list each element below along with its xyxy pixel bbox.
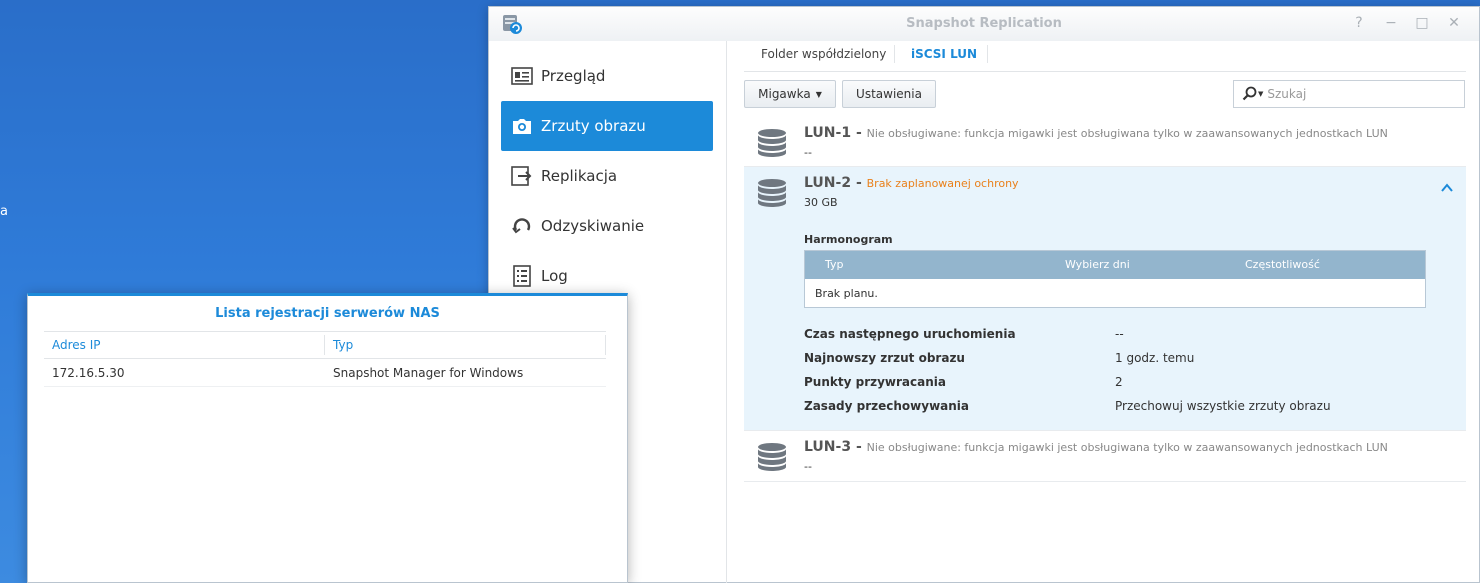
lun-separator: - (855, 175, 862, 191)
column-header[interactable]: Częstotliwość (1245, 258, 1320, 271)
overview-icon (511, 67, 533, 85)
lun-name: LUN-1 - Nie obsługiwane: funkcja migawki… (804, 125, 1388, 141)
prop-value: 1 godz. temu (1115, 351, 1195, 365)
sidebar-item-recovery[interactable]: Odzyskiwanie (501, 201, 713, 251)
lun-separator: - (855, 439, 862, 455)
help-icon[interactable]: ? (1351, 15, 1367, 31)
row-type: Snapshot Manager for Windows (333, 366, 524, 380)
schedule-table: Typ Wybierz dni Częstotliwość Brak planu… (804, 250, 1426, 308)
settings-button[interactable]: Ustawienia (842, 80, 936, 108)
database-icon (758, 129, 786, 157)
lun-size: -- (804, 460, 812, 473)
search-input[interactable]: ▼ Szukaj (1233, 80, 1465, 108)
snapshot-button-label: Migawka (758, 87, 811, 101)
prop-label: Czas następnego uruchomienia (804, 327, 1016, 341)
tab-separator (987, 45, 988, 63)
lun-status: Nie obsługiwane: funkcja migawki jest ob… (866, 441, 1388, 454)
table-row[interactable]: 172.16.5.30 Snapshot Manager for Windows (44, 359, 606, 387)
lun-status: Nie obsługiwane: funkcja migawki jest ob… (866, 127, 1388, 140)
search-placeholder: Szukaj (1267, 87, 1307, 101)
lun-row-expanded[interactable]: LUN-2 - Brak zaplanowanej ochrony 30 GB … (744, 167, 1466, 431)
prop-value: 2 (1115, 375, 1123, 389)
database-icon (758, 179, 786, 207)
tab-shared-folder[interactable]: Folder współdzielony (761, 41, 886, 72)
tab-separator (894, 45, 895, 63)
replication-icon (511, 166, 532, 186)
schedule-table-header: Typ Wybierz dni Częstotliwość (805, 251, 1425, 279)
sidebar-item-label: Zrzuty obrazu (541, 117, 646, 135)
sidebar-item-replication[interactable]: Replikacja (501, 151, 713, 201)
lun-row[interactable]: LUN-3 - Nie obsługiwane: funkcja migawki… (744, 431, 1466, 482)
prop-value: -- (1115, 327, 1124, 341)
column-header[interactable]: Wybierz dni (1065, 258, 1130, 271)
prop-value: Przechowuj wszystkie zrzuty obrazu (1115, 399, 1331, 413)
schedule-empty-text: Brak planu. (815, 287, 878, 300)
title-bar[interactable]: Snapshot Replication ? − □ ✕ (489, 7, 1479, 41)
search-icon (1242, 86, 1257, 101)
lun-size: 30 GB (804, 196, 838, 209)
lun-separator: - (855, 125, 862, 141)
column-header-type[interactable]: Typ (333, 338, 353, 352)
maximize-icon[interactable]: □ (1414, 15, 1430, 31)
prop-label: Zasady przechowywania (804, 399, 970, 413)
row-ip: 172.16.5.30 (52, 366, 125, 380)
sidebar-item-label: Log (541, 267, 568, 285)
column-header-ip[interactable]: Adres IP (52, 338, 101, 352)
camera-icon (513, 119, 531, 134)
caret-down-icon: ▼ (815, 89, 822, 99)
sidebar-item-overview[interactable]: Przegląd (501, 51, 713, 101)
sidebar-item-label: Odzyskiwanie (541, 217, 645, 235)
prop-label: Punkty przywracania (804, 375, 946, 389)
log-icon (513, 265, 531, 287)
tab-bar: Folder współdzielony iSCSI LUN (744, 41, 1466, 72)
desktop-icon-label: a (0, 204, 8, 219)
lun-name: LUN-2 - Brak zaplanowanej ochrony (804, 175, 1019, 191)
tab-iscsi-lun[interactable]: iSCSI LUN (911, 41, 977, 72)
snapshot-replication-window: Snapshot Replication ? − □ ✕ Przegląd Zr… (488, 6, 1480, 583)
minimize-icon[interactable]: − (1383, 15, 1399, 31)
prop-label: Najnowszy zrzut obrazu (804, 351, 965, 365)
close-icon[interactable]: ✕ (1446, 15, 1462, 31)
lun-status: Brak zaplanowanej ochrony (866, 177, 1019, 190)
column-separator[interactable] (605, 335, 606, 355)
database-icon (758, 443, 786, 471)
recovery-icon (512, 218, 531, 234)
sidebar-item-label: Replikacja (541, 167, 618, 185)
sidebar-item-snapshots[interactable]: Zrzuty obrazu (501, 101, 713, 151)
lun-name: LUN-3 - Nie obsługiwane: funkcja migawki… (804, 439, 1388, 455)
dialog-title: Lista rejestracji serwerów NAS (215, 306, 440, 321)
column-separator[interactable] (324, 335, 325, 355)
nas-registration-dialog: Lista rejestracji serwerów NAS Adres IP … (27, 293, 628, 583)
lun-row[interactable]: LUN-1 - Nie obsługiwane: funkcja migawki… (744, 117, 1466, 167)
window-title: Snapshot Replication (906, 16, 1062, 31)
snapshot-dropdown-button[interactable]: Migawka ▼ (744, 80, 836, 108)
chevron-up-icon[interactable] (1440, 181, 1454, 195)
column-header[interactable]: Typ (825, 258, 844, 271)
schedule-title: Harmonogram (804, 233, 893, 246)
sidebar-item-label: Przegląd (541, 67, 606, 85)
caret-down-icon: ▼ (1258, 90, 1264, 98)
main-content: Folder współdzielony iSCSI LUN Migawka ▼… (728, 41, 1478, 583)
lun-size: -- (804, 146, 812, 159)
dialog-table-header: Adres IP Typ (44, 331, 606, 359)
